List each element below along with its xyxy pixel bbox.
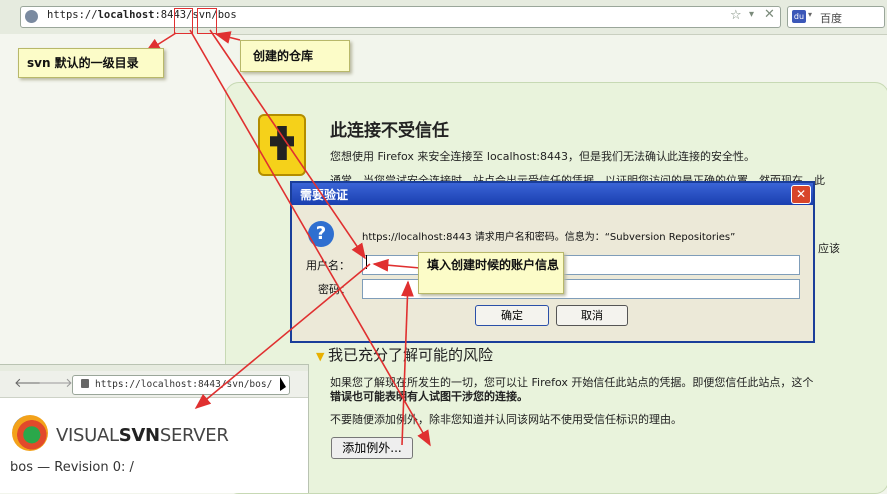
repo-callout: 创建的仓库	[240, 40, 350, 72]
arrow-callout-to-user	[372, 258, 421, 272]
arrow-to-repo-callout	[214, 31, 241, 44]
arrow-to-password	[401, 280, 414, 446]
account-callout: 填入创建时候的账户信息	[418, 252, 564, 294]
arrow-to-inset	[194, 263, 371, 410]
bos-path-highlight	[197, 8, 217, 34]
svn-path-highlight	[174, 8, 193, 34]
svn-dir-callout: svn 默认的一级目录	[18, 48, 164, 78]
